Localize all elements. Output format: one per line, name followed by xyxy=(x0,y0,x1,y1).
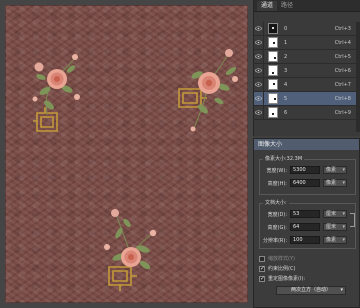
channel-name: 0 xyxy=(284,25,288,32)
pixel-dimensions-section: 像素大小:32.3M 宽度(W): 5300 像素 高度(H): 6400 像素 xyxy=(259,155,356,195)
channel-name: 6 xyxy=(284,109,288,116)
resample-label: 重定图像像素(I): xyxy=(268,276,306,282)
channel-row[interactable]: 0 Ctrl+3 xyxy=(254,21,357,36)
document-canvas-area[interactable] xyxy=(0,0,253,308)
channel-shortcut: Ctrl+3 xyxy=(334,25,351,32)
pixel-height-unit-select[interactable]: 像素 xyxy=(323,179,347,187)
doc-height-label: 高度(G): xyxy=(267,224,287,231)
channel-name: 2 xyxy=(284,53,288,60)
pixel-width-input[interactable]: 5300 xyxy=(290,166,320,174)
pixel-height-label: 高度(H): xyxy=(267,180,287,187)
flower-motif-right xyxy=(178,49,238,132)
resolution-unit-select[interactable]: 像素 xyxy=(323,236,347,244)
channel-shortcut: Ctrl+7 xyxy=(334,81,351,88)
doc-height-input[interactable]: 64 xyxy=(290,223,320,231)
visibility-eye-icon[interactable] xyxy=(254,105,264,120)
channel-name: 4 xyxy=(284,81,288,88)
constrain-label: 约束比例(C) xyxy=(268,266,296,272)
channel-thumbnail xyxy=(268,37,278,48)
image-size-dialog: 图像大小 像素大小:32.3M 宽度(W): 5300 像素 高度(H): 64… xyxy=(253,138,360,308)
channel-thumbnail xyxy=(268,107,278,118)
doc-height-row: 高度(G): 64 厘米 xyxy=(260,222,355,232)
doc-height-unit-select[interactable]: 厘米 xyxy=(323,223,347,231)
doc-width-label: 宽度(D): xyxy=(267,211,287,218)
channel-row[interactable]: 2 Ctrl+5 xyxy=(254,49,357,64)
channel-name: 3 xyxy=(284,67,288,74)
flower-motif-top-left xyxy=(32,54,80,132)
doc-width-input[interactable]: 53 xyxy=(290,210,320,218)
channel-shortcut: Ctrl+5 xyxy=(334,53,351,60)
channel-thumbnail xyxy=(268,23,278,34)
channel-row[interactable]: 3 Ctrl+6 xyxy=(254,63,357,78)
channels-panel: 通道 路径 0 Ctrl+3 1 Ctrl+4 2 Ctrl+5 3 Ctrl+6 4 Ctrl+… xyxy=(253,0,360,136)
resolution-row: 分辨率(R): 100 像素 xyxy=(260,235,355,245)
channel-shortcut: Ctrl+4 xyxy=(334,39,351,46)
panel-tabs: 通道 路径 xyxy=(254,0,360,12)
channel-thumbnail xyxy=(268,51,278,62)
tab-paths[interactable]: 路径 xyxy=(277,1,297,11)
channel-name: 5 xyxy=(284,95,288,102)
document-size-title: 文档大小: xyxy=(263,199,289,207)
channel-row[interactable]: 5 Ctrl+8 xyxy=(254,91,357,106)
channel-row[interactable]: 6 Ctrl+9 xyxy=(254,105,357,120)
tab-channels[interactable]: 通道 xyxy=(257,1,278,11)
channel-row[interactable]: 1 Ctrl+4 xyxy=(254,35,357,50)
scale-styles-label: 缩放样式(Y) xyxy=(268,256,295,262)
resolution-label: 分辨率(R): xyxy=(262,237,287,244)
resample-method-select[interactable]: 两次立方（自动） xyxy=(276,286,346,295)
document-size-section: 文档大小: 宽度(D): 53 厘米 高度(G): 64 厘米 分辨率(R): … xyxy=(259,199,356,249)
pixel-width-unit-select[interactable]: 像素 xyxy=(323,166,347,174)
pixel-width-row: 宽度(W): 5300 像素 xyxy=(260,165,355,175)
dialog-title: 图像大小 xyxy=(254,139,359,150)
resolution-input[interactable]: 100 xyxy=(290,236,320,244)
channel-row[interactable]: 4 Ctrl+7 xyxy=(254,77,357,92)
visibility-eye-icon[interactable] xyxy=(254,49,264,64)
scale-styles-checkbox[interactable] xyxy=(259,255,265,262)
pixel-dimensions-title: 像素大小:32.3M xyxy=(263,155,305,163)
channel-thumbnail xyxy=(268,93,278,104)
scale-styles-option[interactable]: 缩放样式(Y) xyxy=(259,255,295,262)
doc-width-unit-select[interactable]: 厘米 xyxy=(323,210,347,218)
channel-shortcut: Ctrl+8 xyxy=(334,95,351,102)
pixel-height-row: 高度(H): 6400 像素 xyxy=(260,178,355,188)
constrain-checkbox[interactable] xyxy=(259,265,265,272)
visibility-eye-icon[interactable] xyxy=(254,77,264,92)
visibility-eye-icon[interactable] xyxy=(254,21,264,36)
doc-width-row: 宽度(D): 53 厘米 xyxy=(260,209,355,219)
channels-list: 0 Ctrl+3 1 Ctrl+4 2 Ctrl+5 3 Ctrl+6 4 Ctrl+7 5 Ctrl… xyxy=(254,21,357,120)
channel-thumbnail xyxy=(268,79,278,90)
flower-motif-bottom xyxy=(104,209,157,291)
visibility-eye-icon[interactable] xyxy=(254,63,264,78)
channels-scrollbar[interactable] xyxy=(356,22,360,132)
constrain-option[interactable]: 约束比例(C) xyxy=(259,265,295,272)
channel-thumbnail xyxy=(268,65,278,76)
visibility-eye-icon[interactable] xyxy=(254,35,264,50)
constrain-link-icon xyxy=(350,213,355,227)
channel-shortcut: Ctrl+9 xyxy=(334,109,351,116)
resample-option[interactable]: 重定图像像素(I): xyxy=(259,275,305,282)
channel-shortcut: Ctrl+6 xyxy=(334,67,351,74)
channel-name: 1 xyxy=(284,39,288,46)
fabric-pattern-image[interactable] xyxy=(5,5,248,303)
pixel-height-input[interactable]: 6400 xyxy=(290,179,320,187)
visibility-eye-icon[interactable] xyxy=(254,91,264,106)
pixel-width-label: 宽度(W): xyxy=(266,167,287,174)
resample-checkbox[interactable] xyxy=(259,275,265,282)
